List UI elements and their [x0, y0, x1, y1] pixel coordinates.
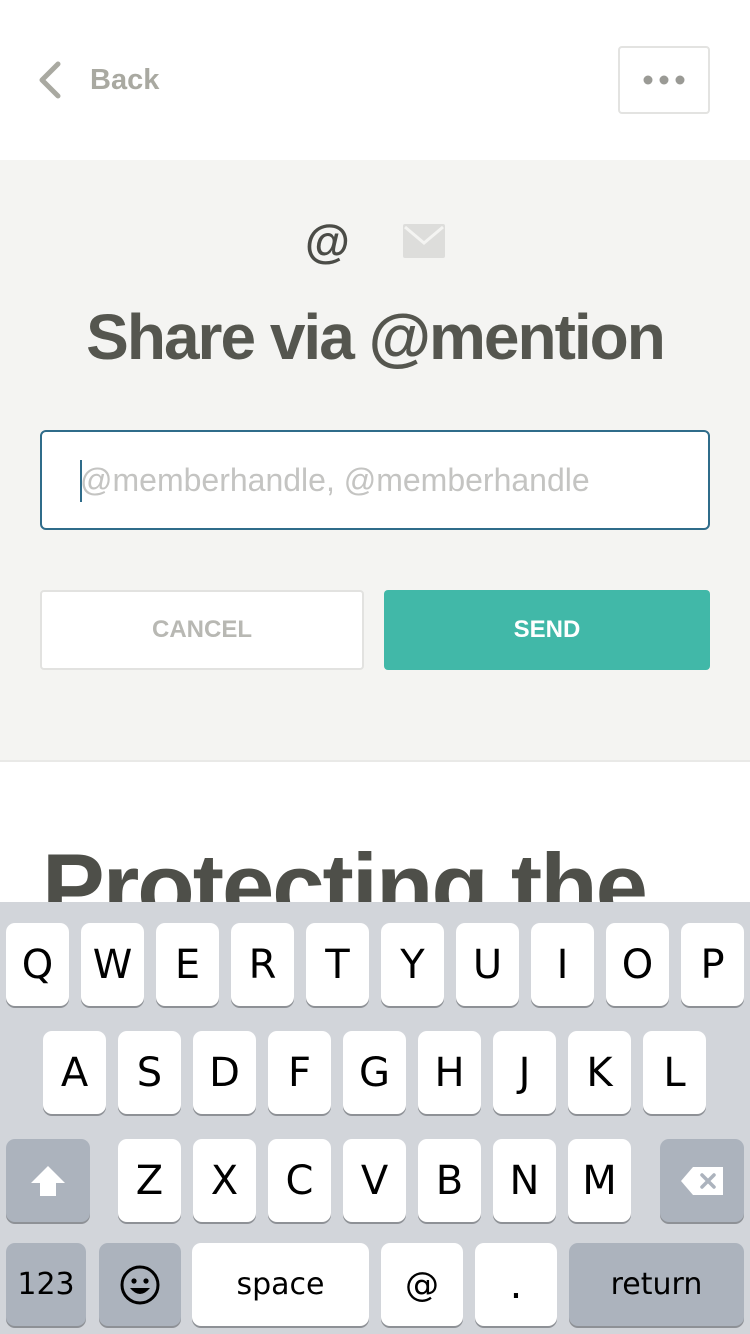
key-p[interactable]: P [681, 923, 744, 1006]
more-horizontal-icon [643, 75, 685, 85]
key-s[interactable]: S [118, 1031, 181, 1114]
share-title: Share via @mention [86, 301, 666, 373]
key-a[interactable]: A [43, 1031, 106, 1114]
shift-icon [31, 1165, 65, 1196]
more-options-button[interactable] [618, 46, 710, 114]
share-panel: @ Share via @mention CANCEL SEND [0, 160, 750, 762]
mail-icon[interactable] [403, 224, 445, 258]
key-b[interactable]: B [418, 1139, 481, 1222]
shift-key[interactable] [6, 1139, 90, 1222]
chevron-left-icon [39, 61, 61, 99]
key-y[interactable]: Y [381, 923, 444, 1006]
cancel-button[interactable]: CANCEL [40, 590, 364, 670]
mention-input-container [40, 430, 710, 530]
at-mention-icon[interactable]: @ [305, 216, 350, 266]
return-key[interactable]: return [569, 1243, 744, 1326]
key-j[interactable]: J [493, 1031, 556, 1114]
delete-icon [681, 1166, 723, 1195]
mention-input[interactable] [80, 432, 690, 528]
key-w[interactable]: W [81, 923, 144, 1006]
key-x[interactable]: X [193, 1139, 256, 1222]
space-key[interactable]: space [192, 1243, 369, 1326]
key-q[interactable]: Q [6, 923, 69, 1006]
key-c[interactable]: C [268, 1139, 331, 1222]
key-l[interactable]: L [643, 1031, 706, 1114]
key-m[interactable]: M [568, 1139, 631, 1222]
key-r[interactable]: R [231, 923, 294, 1006]
numbers-key[interactable]: 123 [6, 1243, 86, 1326]
key-h[interactable]: H [418, 1031, 481, 1114]
top-nav-bar: Back [0, 0, 750, 160]
key-i[interactable]: I [531, 923, 594, 1006]
key-u[interactable]: U [456, 923, 519, 1006]
key-g[interactable]: G [343, 1031, 406, 1114]
delete-key[interactable] [660, 1139, 744, 1222]
key-n[interactable]: N [493, 1139, 556, 1222]
period-key[interactable]: . [475, 1243, 557, 1326]
key-o[interactable]: O [606, 923, 669, 1006]
emoji-key[interactable] [99, 1243, 181, 1326]
send-button[interactable]: SEND [384, 590, 710, 670]
at-key[interactable]: @ [381, 1243, 463, 1326]
key-e[interactable]: E [156, 923, 219, 1006]
key-v[interactable]: V [343, 1139, 406, 1222]
emoji-icon [120, 1265, 160, 1304]
key-d[interactable]: D [193, 1031, 256, 1114]
back-button[interactable]: Back [36, 56, 159, 104]
key-t[interactable]: T [306, 923, 369, 1006]
key-f[interactable]: F [268, 1031, 331, 1114]
on-screen-keyboard: Q W E R T Y U I O P A S D F G H J K L Z … [0, 902, 750, 1334]
key-z[interactable]: Z [118, 1139, 181, 1222]
key-k[interactable]: K [568, 1031, 631, 1114]
back-label: Back [90, 63, 160, 96]
share-mode-switcher: @ [0, 216, 750, 266]
